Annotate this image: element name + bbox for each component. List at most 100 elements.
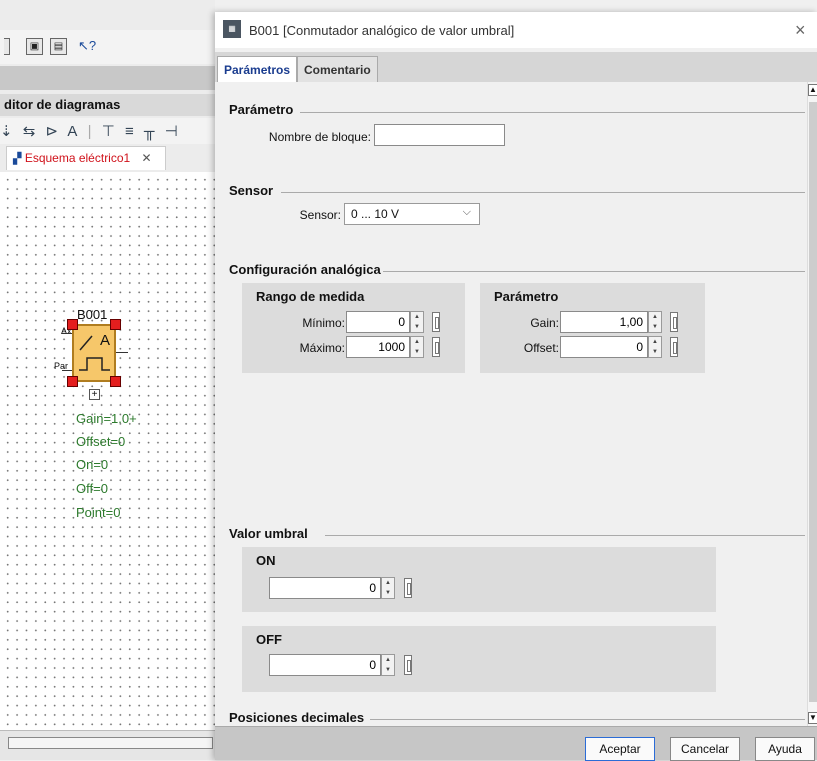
resize-handle[interactable] — [110, 319, 121, 330]
block-name-field[interactable] — [374, 124, 505, 146]
offset-spinner[interactable]: ▲ ▼ — [648, 336, 662, 358]
block-param-offset: Offset=0 — [76, 434, 126, 449]
threshold-off-spinner[interactable]: ▲ ▼ — [381, 654, 395, 676]
section-divider — [325, 535, 805, 536]
dialog-tabs: Parámetros Comentario — [215, 52, 817, 82]
tab-parametros[interactable]: Parámetros — [217, 56, 298, 82]
document-tab[interactable]: ▞ Esquema eléctrico1 ✕ — [6, 146, 166, 170]
analog-param-panel-title: Parámetro — [494, 289, 559, 304]
help-button[interactable]: Ayuda — [755, 737, 815, 761]
threshold-off-title: OFF — [256, 632, 282, 647]
toolbar-glyph[interactable]: ⊤ — [102, 123, 115, 140]
analog-param-panel: Parámetro Gain: ▲▼ Offset: ▲▼ — [480, 283, 705, 373]
block-analog-symbol: A — [100, 332, 111, 349]
block-name-label: Nombre de bloque: — [268, 130, 371, 144]
threshold-on-panel: ON ▲▼ — [242, 547, 716, 612]
offset-label: Offset: — [523, 341, 559, 355]
threshold-off-panel: OFF ▲▼ — [242, 626, 716, 692]
editor-toolbar: ⇣ ⇆ ⊳ A | ⊤ ≡ ╥ ⊣ — [0, 118, 215, 144]
parameters-panel: Parámetro Nombre de bloque: Sensor Senso… — [215, 82, 807, 726]
vertical-scrollbar[interactable]: ▲ ▼ — [807, 82, 817, 726]
diagram-icon: ▞ — [13, 153, 22, 165]
max-field[interactable] — [346, 336, 410, 358]
resize-handle[interactable] — [67, 376, 78, 387]
scrollbar-thumb[interactable] — [809, 102, 817, 702]
close-icon[interactable]: ✕ — [142, 151, 152, 165]
block-param-gain: Gain=1.0+ — [76, 411, 137, 426]
reference-pin-icon[interactable] — [432, 337, 440, 357]
threshold-on-spinner[interactable]: ▲ ▼ — [381, 577, 395, 599]
section-divider — [370, 719, 805, 720]
block-name-label: B001 — [77, 307, 108, 322]
panel-divider — [0, 66, 215, 90]
toolbar-glyph[interactable]: ⊳ — [46, 123, 59, 140]
threshold-switch-block[interactable]: A — [72, 324, 116, 382]
context-help-icon[interactable]: ↖? — [78, 38, 96, 55]
tab-comentario[interactable]: Comentario — [297, 56, 378, 82]
resize-handle[interactable] — [67, 319, 78, 330]
pin-line — [62, 333, 72, 334]
pin-line — [62, 370, 72, 371]
main-toolbar: ▣ ▤ ↖? — [0, 30, 215, 64]
min-field[interactable] — [346, 311, 410, 333]
sensor-select[interactable]: 0 ... 10 V ⌵ — [344, 203, 480, 225]
reference-pin-icon[interactable] — [670, 312, 678, 332]
gain-field[interactable] — [560, 311, 648, 333]
threshold-on-title: ON — [256, 553, 276, 568]
scroll-up-icon[interactable]: ▲ — [808, 84, 817, 96]
threshold-on-field[interactable] — [269, 577, 381, 599]
scrollbar-thumb[interactable] — [8, 737, 213, 749]
block-properties-dialog: ▦ B001 [Conmutador analógico de valor um… — [215, 12, 817, 761]
chevron-down-icon: ⌵ — [462, 206, 471, 218]
toolbar-edge — [4, 38, 10, 55]
expand-icon[interactable]: + — [89, 389, 100, 400]
toolbar-glyph[interactable]: ╥ — [144, 123, 155, 140]
sensor-select-value: 0 ... 10 V — [351, 207, 400, 221]
toolbar-glyph[interactable]: ⊣ — [165, 123, 178, 140]
horizontal-scrollbar[interactable] — [0, 730, 215, 760]
sensor-label: Sensor: — [299, 208, 341, 222]
save-as-icon[interactable]: ▤ — [50, 38, 67, 55]
gain-spinner[interactable]: ▲ ▼ — [648, 311, 662, 333]
pin-line — [116, 352, 128, 353]
section-divider — [300, 112, 805, 113]
section-divider — [281, 192, 805, 193]
resize-handle[interactable] — [110, 376, 121, 387]
block-param-off: Off=0 — [76, 481, 108, 496]
cancel-button[interactable]: Cancelar — [670, 737, 740, 761]
scroll-down-icon[interactable]: ▼ — [808, 712, 817, 724]
block-param-on: On=0 — [76, 457, 109, 472]
dialog-title: B001 [Conmutador analógico de valor umbr… — [249, 23, 515, 38]
document-tab-label: Esquema eléctrico1 — [24, 151, 131, 165]
block-param-point: Point=0 — [76, 505, 121, 520]
max-label: Máximo: — [299, 341, 345, 355]
min-label: Mínimo: — [302, 316, 345, 330]
toolbar-glyph: | — [87, 123, 92, 140]
section-sensor-heading: Sensor — [229, 183, 274, 198]
reference-pin-icon[interactable] — [404, 578, 412, 598]
section-divider — [383, 271, 805, 272]
dialog-footer: Aceptar Cancelar Ayuda — [215, 726, 817, 761]
threshold-off-field[interactable] — [269, 654, 381, 676]
close-icon[interactable]: × — [795, 20, 817, 41]
toolbar-glyph[interactable]: ⇆ — [23, 123, 36, 140]
section-threshold-heading: Valor umbral — [229, 526, 308, 541]
section-analog-config-heading: Configuración analógica — [229, 262, 381, 277]
save-icon[interactable]: ▣ — [26, 38, 43, 55]
max-spinner[interactable]: ▲ ▼ — [410, 336, 424, 358]
offset-field[interactable] — [560, 336, 648, 358]
reference-pin-icon[interactable] — [670, 337, 678, 357]
min-spinner[interactable]: ▲ ▼ — [410, 311, 424, 333]
reference-pin-icon[interactable] — [404, 655, 412, 675]
toolbar-glyph[interactable]: A — [67, 123, 77, 140]
toolbar-glyph[interactable]: ≡ — [125, 123, 134, 140]
accept-button[interactable]: Aceptar — [585, 737, 655, 761]
reference-pin-icon[interactable] — [432, 312, 440, 332]
toolbar-glyph[interactable]: ⇣ — [0, 123, 13, 140]
section-decimals-heading: Posiciones decimales — [229, 710, 365, 725]
range-panel: Rango de medida Mínimo: ▲▼ Máximo: ▲▼ — [242, 283, 465, 373]
section-parametro-heading: Parámetro — [229, 102, 294, 117]
diagram-canvas[interactable] — [0, 172, 215, 730]
range-panel-title: Rango de medida — [256, 289, 365, 304]
editor-panel-title: ditor de diagramas — [0, 94, 215, 116]
